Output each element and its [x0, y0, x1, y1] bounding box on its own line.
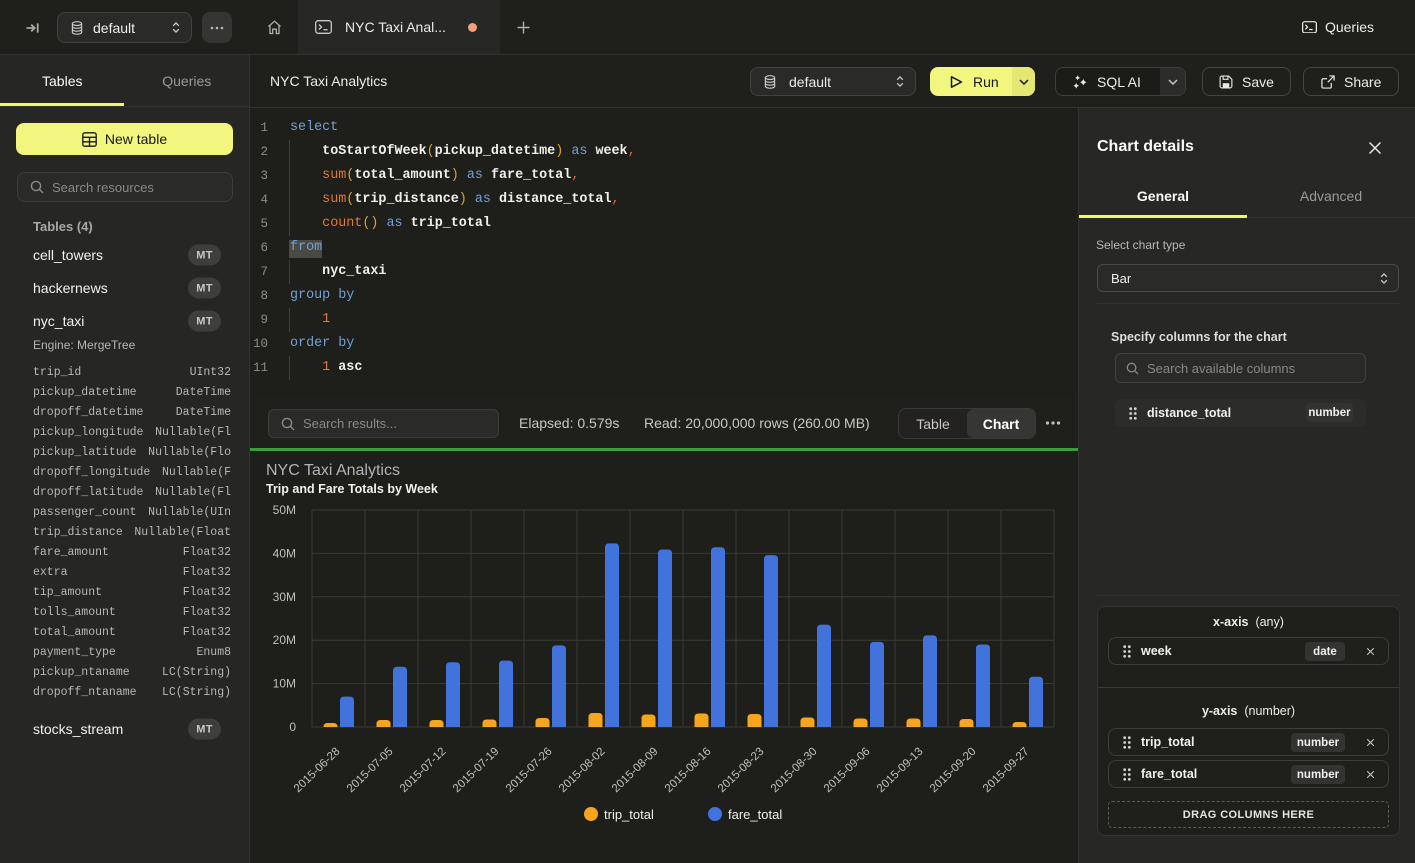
svg-text:trip_total: trip_total [604, 807, 654, 822]
svg-text:2015-08-09: 2015-08-09 [610, 746, 661, 795]
svg-text:2015-09-20: 2015-09-20 [928, 746, 979, 795]
svg-text:2015-08-30: 2015-08-30 [769, 746, 820, 795]
svg-text:2015-08-16: 2015-08-16 [663, 746, 714, 795]
svg-text:2015-08-23: 2015-08-23 [716, 746, 767, 795]
svg-text:2015-07-12: 2015-07-12 [398, 746, 449, 795]
svg-text:2015-09-13: 2015-09-13 [875, 746, 926, 795]
svg-text:0: 0 [289, 720, 296, 734]
svg-text:10M: 10M [273, 677, 296, 691]
svg-text:2015-07-05: 2015-07-05 [345, 746, 396, 795]
svg-text:2015-07-19: 2015-07-19 [451, 746, 502, 795]
svg-text:50M: 50M [273, 503, 296, 517]
svg-text:2015-07-26: 2015-07-26 [504, 746, 555, 795]
svg-text:40M: 40M [273, 546, 296, 560]
svg-text:20M: 20M [273, 633, 296, 647]
svg-text:2015-09-27: 2015-09-27 [981, 746, 1032, 795]
svg-text:30M: 30M [273, 590, 296, 604]
svg-text:fare_total: fare_total [728, 807, 782, 822]
svg-text:2015-09-06: 2015-09-06 [822, 746, 873, 795]
svg-text:2015-06-28: 2015-06-28 [292, 746, 343, 795]
svg-text:2015-08-02: 2015-08-02 [557, 746, 608, 795]
